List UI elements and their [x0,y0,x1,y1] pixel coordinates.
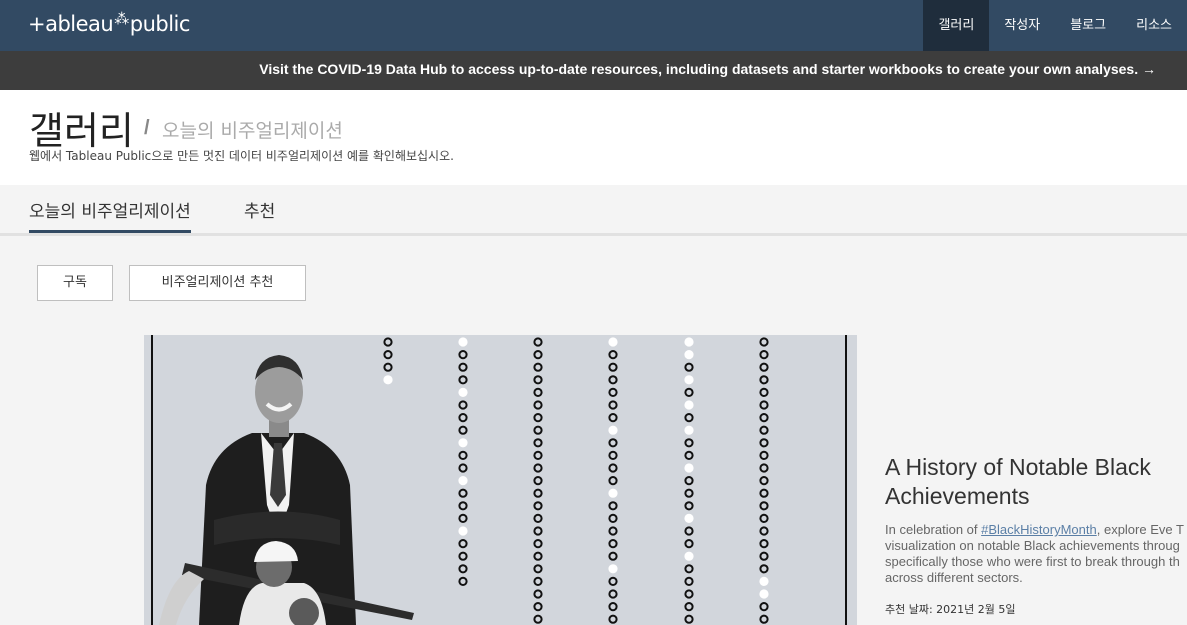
tableau-public-logo[interactable]: +ableau⁂public [28,10,191,36]
description-line-4: across different sectors. [885,570,1023,585]
tab-featured[interactable]: 추천 [244,197,275,222]
description-line-1-suffix: , explore Eve T [1096,522,1184,537]
nav-item-authors[interactable]: 작성자 [989,0,1055,51]
breadcrumb-separator: / [144,117,150,139]
breadcrumb-current: 오늘의 비주얼리제이션 [162,120,343,142]
description-line-1: In celebration of #BlackHistoryMonth, ex… [885,522,1187,538]
gallery-tabs: 오늘의 비주얼리제이션 추천 [0,185,1187,236]
top-navigation-bar: +ableau⁂public 갤러리 작성자 블로그 리소스 [0,0,1187,51]
featured-viz-title[interactable]: A History of Notable Black Achievements [885,453,1185,511]
nav-item-gallery[interactable]: 갤러리 [923,0,990,51]
covid-banner: Visit the COVID-19 Data Hub to access up… [0,51,1187,90]
page-header: 갤러리 / 오늘의 비주얼리제이션 웹에서 Tableau Public으로 만… [0,90,1187,185]
featured-viz-thumbnail[interactable] [144,335,857,625]
description-line-3: specifically those who were first to bre… [885,554,1180,569]
recommend-viz-button[interactable]: 비주얼리제이션 추천 [129,265,306,301]
description-prefix: In celebration of [885,522,982,537]
featured-date: 추천 날짜: 2021년 2월 5일 [885,603,1016,616]
nav-item-resources[interactable]: 리소스 [1121,0,1187,51]
tab-viz-of-the-day[interactable]: 오늘의 비주얼리제이션 [29,197,191,233]
logo-text-tableau: +ableau [28,12,114,36]
logo-text-public: public [129,12,191,36]
sparkle-icon: ⁂ [114,10,129,28]
covid-banner-link[interactable]: Visit the COVID-19 Data Hub to access up… [259,61,1156,77]
viz-graphic [159,337,769,625]
dot-columns [383,337,769,624]
main-nav: 갤러리 작성자 블로그 리소스 [923,0,1187,51]
portrait-golfer [159,541,414,625]
nav-item-blog[interactable]: 블로그 [1055,0,1121,51]
page-description: 웹에서 Tableau Public으로 만든 멋진 데이터 비주얼리제이션 예… [29,149,454,163]
subscribe-button[interactable]: 구독 [37,265,113,301]
featured-viz-description: In celebration of #BlackHistoryMonth, ex… [885,522,1187,586]
black-history-month-link[interactable]: #BlackHistoryMonth [981,522,1097,537]
description-line-2: visualization on notable Black achieveme… [885,538,1180,553]
